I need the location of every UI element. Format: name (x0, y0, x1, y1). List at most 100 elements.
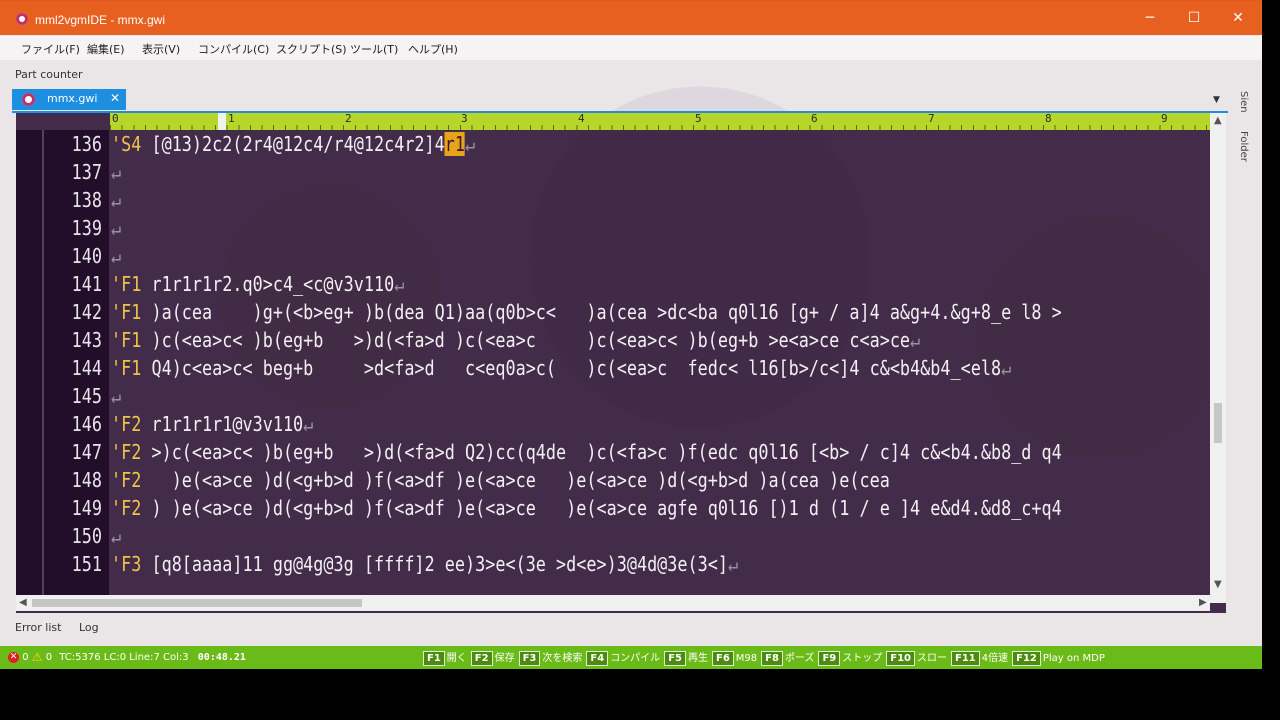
scroll-up-icon[interactable]: ▲ (1214, 115, 1222, 126)
code-editor[interactable]: 0 1 2 3 4 5 6 7 8 9 136 'S4 [@13)2c2(2r4@… (16, 113, 1226, 613)
tab-list-dropdown-icon[interactable]: ▼ (1213, 95, 1220, 105)
menu-help[interactable]: ヘルプ(H) (408, 41, 458, 57)
menu-script[interactable]: スクリプト(S) (276, 41, 347, 57)
code-line[interactable]: 143 'F1 )c(<ea>c< )b(eg+b >)d(<fa>d )c(<e… (16, 326, 1210, 354)
side-tab-sien[interactable]: Sien (1238, 91, 1249, 113)
line-end-icon: ↵ (111, 244, 122, 268)
vertical-scrollbar[interactable]: ▲ ▼ (1210, 113, 1226, 603)
document-tab-strip: mmx.gwi ✕ (12, 89, 1228, 113)
fkey-label: ポーズ (784, 653, 815, 664)
menu-tool[interactable]: ツール(T) (350, 41, 398, 57)
fkey-key: F8 (761, 651, 783, 666)
line-number: 150 (71, 524, 102, 548)
fkey-hint[interactable]: F4 コンパイル (586, 649, 660, 666)
menu-view[interactable]: 表示(V) (142, 41, 180, 57)
code-text[interactable]: 'F1 Q4)c<ea>c< beg+b >d<fa>d c<eq0a>c( )… (111, 354, 1011, 382)
maximize-button[interactable]: ☐ (1172, 7, 1216, 29)
code-text[interactable]: ↵ (111, 242, 121, 270)
part-counter-tab[interactable]: Part counter (15, 68, 83, 81)
line-number: 144 (71, 356, 102, 380)
side-tab-folder[interactable]: Folder (1238, 131, 1249, 162)
code-line[interactable]: 149 'F2 ) )e(<a>ce )d(<g+b>d )f(<a>df )e(… (16, 494, 1210, 522)
code-line[interactable]: 147 'F2 >)c(<ea>c< )b(eg+b >)d(<fa>d Q2)c… (16, 438, 1210, 466)
code-text[interactable]: 'S4 [@13)2c2(2r4@12c4/r4@12c4r2]4r1↵ (111, 130, 475, 158)
fkey-hint[interactable]: F3 次を検索 (518, 649, 583, 666)
code-text[interactable]: 'F3 [q8[aaaa]11 gg@4g@3g [ffff]2 ee)3>e<… (111, 550, 738, 578)
fkey-hint[interactable]: F8 ポーズ (761, 649, 814, 666)
code-line[interactable]: 142 'F1 )a(cea )g+(<b>eg+ )b(dea Q1)aa(q0… (16, 298, 1210, 326)
code-line[interactable]: 146 'F2 r1r1r1r1@v3v110↵ (16, 410, 1210, 438)
tab-label: mmx.gwi (47, 92, 98, 105)
menu-edit[interactable]: 編集(E) (87, 41, 125, 57)
cursor-highlight: r1 (444, 132, 466, 156)
line-end-icon: ↵ (111, 524, 122, 548)
line-number: 141 (71, 272, 102, 296)
scroll-down-icon[interactable]: ▼ (1214, 579, 1222, 590)
horizontal-scrollbar[interactable]: ◀ ▶ (16, 595, 1210, 611)
ruler-number: 5 (695, 113, 702, 125)
app-icon (16, 13, 28, 25)
fkey-hint[interactable]: F9 ストップ (818, 649, 882, 666)
code-line[interactable]: 148 'F2 )e(<a>ce )d(<g+b>d )f(<a>df )e(<a… (16, 466, 1210, 494)
code-line[interactable]: 151 'F3 [q8[aaaa]11 gg@4g@3g [ffff]2 ee)3… (16, 550, 1210, 578)
code-line[interactable]: 145 ↵ (16, 382, 1210, 410)
code-line[interactable]: 139 ↵ (16, 214, 1210, 242)
code-line[interactable]: 141 'F1 r1r1r1r2.q0>c4_<c@v3v110↵ (16, 270, 1210, 298)
code-text[interactable]: 'F2 ) )e(<a>ce )d(<g+b>d )f(<a>df )e(<a>… (111, 494, 1062, 522)
tab-log[interactable]: Log (79, 621, 99, 634)
status-bar: ✕ 0 ⚠ 0 TC:5376 LC:0 Line:7 Col:3 00:48.… (0, 646, 1262, 669)
code-text[interactable]: 'F2 r1r1r1r1@v3v110↵ (111, 410, 313, 438)
mml-text: [q8[aaaa]11 gg@4g@3g [ffff]2 ee)3>e<(3e … (141, 552, 728, 576)
fkey-key: F6 (711, 651, 734, 666)
code-text[interactable]: ↵ (111, 158, 121, 186)
fkey-key: F3 (518, 651, 541, 666)
fkey-hint[interactable]: F1 開く (423, 649, 467, 666)
tab-close-icon[interactable]: ✕ (110, 91, 120, 105)
tab-mmx-gwi[interactable]: mmx.gwi ✕ (12, 89, 126, 110)
title-bar[interactable]: mml2vgmIDE - mmx.gwi ─ ☐ ✕ (0, 1, 1262, 35)
close-button[interactable]: ✕ (1216, 7, 1260, 29)
fkey-hint[interactable]: F2 保存 (470, 649, 515, 666)
tab-error-list[interactable]: Error list (15, 621, 61, 634)
fkey-hint[interactable]: F6 M98 (711, 651, 757, 666)
code-line[interactable]: 138 ↵ (16, 186, 1210, 214)
scroll-right-icon[interactable]: ▶ (1199, 597, 1207, 608)
code-text[interactable]: ↵ (111, 382, 121, 410)
line-number: 139 (71, 216, 102, 240)
minimize-button[interactable]: ─ (1128, 7, 1172, 29)
code-line[interactable]: 140 ↵ (16, 242, 1210, 270)
line-number: 146 (71, 412, 102, 436)
part-tag: 'F1 (111, 300, 142, 324)
side-panel-tabs: Sien Folder (1232, 89, 1256, 199)
ruler-cursor-marker (218, 113, 226, 130)
scroll-left-icon[interactable]: ◀ (19, 597, 27, 608)
code-text[interactable]: ↵ (111, 214, 121, 242)
code-text[interactable]: ↵ (111, 522, 121, 550)
vertical-scroll-thumb[interactable] (1214, 403, 1222, 443)
fkey-label: 再生 (687, 653, 708, 664)
code-line[interactable]: 144 'F1 Q4)c<ea>c< beg+b >d<fa>d c<eq0a>c… (16, 354, 1210, 382)
code-text[interactable]: 'F1 )a(cea )g+(<b>eg+ )b(dea Q1)aa(q0b>c… (111, 298, 1062, 326)
code-text[interactable]: ↵ (111, 186, 121, 214)
fkey-hint[interactable]: F10 スロー (886, 649, 947, 666)
code-text[interactable]: 'F1 )c(<ea>c< )b(eg+b >)d(<fa>d )c(<ea>c… (111, 326, 920, 354)
code-line[interactable]: 136 'S4 [@13)2c2(2r4@12c4/r4@12c4r2]4r1↵ (16, 130, 1210, 158)
mml-text: )c(<ea>c< )b(eg+b >)d(<fa>d )c(<ea>c )c(… (141, 328, 911, 352)
menu-file[interactable]: ファイル(F) (21, 41, 80, 57)
mml-text: )e(<a>ce )d(<g+b>d )f(<a>df )e(<a>ce )e(… (141, 468, 890, 492)
code-text[interactable]: 'F1 r1r1r1r2.q0>c4_<c@v3v110↵ (111, 270, 404, 298)
fkey-label: 次を検索 (542, 653, 583, 664)
horizontal-scroll-thumb[interactable] (32, 599, 362, 607)
fkey-hint[interactable]: F12 Play on MDP (1012, 651, 1105, 666)
bottom-panel-tabs: Error list Log (15, 621, 99, 634)
fkey-label: 4倍速 (981, 653, 1009, 664)
code-line[interactable]: 150 ↵ (16, 522, 1210, 550)
menu-compile[interactable]: コンパイル(C) (198, 41, 269, 57)
code-text[interactable]: 'F2 >)c(<ea>c< )b(eg+b >)d(<fa>d Q2)cc(q… (111, 438, 1062, 466)
code-line[interactable]: 137 ↵ (16, 158, 1210, 186)
fkey-hint[interactable]: F5 再生 (664, 649, 708, 666)
line-end-icon: ↵ (111, 384, 122, 408)
fkey-key: F4 (586, 651, 609, 666)
code-text[interactable]: 'F2 )e(<a>ce )d(<g+b>d )f(<a>df )e(<a>ce… (111, 466, 890, 494)
fkey-hint[interactable]: F11 4倍速 (950, 649, 1009, 666)
